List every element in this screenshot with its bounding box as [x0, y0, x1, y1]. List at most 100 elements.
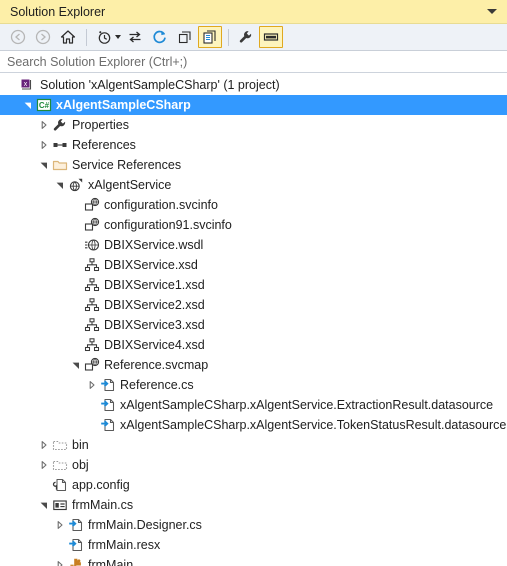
tree-row[interactable]: x Solution 'xAlgentSampleCSharp' (1 proj… [0, 75, 507, 95]
tree-row[interactable]: xAlgentSampleCSharp.xAlgentService.Extra… [0, 395, 507, 415]
search-bar[interactable] [0, 51, 507, 73]
xsd-icon [83, 277, 101, 293]
tree-row[interactable]: Reference.svcmap [0, 355, 507, 375]
xsd-icon [84, 258, 100, 272]
preview-selected-items-button[interactable] [259, 26, 283, 48]
chevron-right-icon [57, 521, 63, 529]
collapse-triangle-icon[interactable] [20, 95, 35, 115]
expand-triangle-icon[interactable] [84, 375, 99, 395]
back-arrow-icon [10, 29, 26, 45]
home-button[interactable] [56, 26, 80, 48]
tree-row[interactable]: frmMain.resx [0, 535, 507, 555]
tree-row[interactable]: Reference.cs [0, 375, 507, 395]
show-all-files-button[interactable] [198, 26, 222, 48]
tree-item-label: app.config [72, 478, 130, 492]
expand-triangle-icon[interactable] [36, 435, 51, 455]
tree-row[interactable]: C# xAlgentSampleCSharp [0, 95, 507, 115]
tree-indent-spacer [0, 215, 68, 235]
refresh-button[interactable] [148, 26, 172, 48]
tree-row[interactable]: DBIXService.wsdl [0, 235, 507, 255]
collapse-triangle-icon[interactable] [52, 175, 67, 195]
tree-indent-spacer [0, 315, 68, 335]
tree-expander-empty [68, 295, 83, 315]
page-title: Solution Explorer [10, 4, 106, 19]
wsdl-icon [85, 239, 100, 251]
solution-tree[interactable]: x Solution 'xAlgentSampleCSharp' (1 proj… [0, 73, 507, 566]
folder-icon [52, 160, 68, 171]
tree-row[interactable]: DBIXService3.xsd [0, 315, 507, 335]
cs-file-icon [67, 517, 85, 533]
tree-row[interactable]: configuration.svcinfo [0, 195, 507, 215]
form-file-icon [53, 500, 67, 511]
collapse-triangle-icon[interactable] [68, 355, 83, 375]
tree-row[interactable]: frmMain [0, 555, 507, 566]
svcinfo-icon [83, 357, 101, 373]
home-icon [60, 30, 76, 44]
component-icon [70, 558, 81, 566]
tree-row[interactable]: DBIXService2.xsd [0, 295, 507, 315]
tree-indent-spacer [0, 235, 68, 255]
tree-row[interactable]: app.config [0, 475, 507, 495]
component-icon [67, 557, 85, 566]
chevron-right-icon [41, 461, 47, 469]
chevron-down-filled-icon [40, 502, 47, 509]
tree-row[interactable]: DBIXService4.xsd [0, 335, 507, 355]
tree-row[interactable]: configuration91.svcinfo [0, 215, 507, 235]
cs-file-icon [101, 418, 115, 432]
chevron-down-filled-icon [56, 182, 63, 189]
config-file-icon [51, 477, 69, 493]
chevron-down-icon[interactable] [487, 9, 497, 14]
chevron-down-filled-icon [24, 102, 31, 109]
expand-triangle-icon[interactable] [36, 115, 51, 135]
tree-row[interactable]: obj [0, 455, 507, 475]
chevron-right-icon [41, 141, 47, 149]
tree-item-label: frmMain.Designer.cs [88, 518, 202, 532]
clock-icon [98, 31, 111, 44]
svcinfo-icon [84, 357, 100, 371]
expand-triangle-icon[interactable] [52, 515, 67, 535]
tree-row[interactable]: xAlgentService [0, 175, 507, 195]
search-input[interactable] [7, 54, 507, 69]
tree-row[interactable]: frmMain.cs [0, 495, 507, 515]
tree-row[interactable]: References [0, 135, 507, 155]
tree-expander-empty [68, 215, 83, 235]
pending-changes-dropdown-icon[interactable] [115, 35, 121, 39]
collapse-triangle-icon[interactable] [36, 155, 51, 175]
config-file-icon [52, 478, 67, 492]
tree-item-label: DBIXService2.xsd [104, 298, 205, 312]
tree-row[interactable]: xAlgentSampleCSharp.xAlgentService.Token… [0, 415, 507, 435]
dashed-folder-icon [51, 457, 69, 473]
tree-row[interactable]: Properties [0, 115, 507, 135]
tree-item-label: DBIXService3.xsd [104, 318, 205, 332]
properties-button[interactable] [234, 26, 258, 48]
pending-changes-button[interactable] [92, 26, 116, 48]
tree-indent-spacer [0, 515, 52, 535]
forward-arrow-icon [35, 29, 51, 45]
tree-row[interactable]: bin [0, 435, 507, 455]
solution-explorer-toolbar [0, 24, 507, 51]
folder-icon [51, 157, 69, 173]
expand-triangle-icon[interactable] [52, 555, 67, 566]
tree-row[interactable]: DBIXService1.xsd [0, 275, 507, 295]
xsd-icon [83, 257, 101, 273]
tree-row[interactable]: Service References [0, 155, 507, 175]
forward-button[interactable] [31, 26, 55, 48]
expand-triangle-icon[interactable] [36, 455, 51, 475]
collapse-triangle-icon[interactable] [36, 495, 51, 515]
tree-indent-spacer [0, 395, 84, 415]
chevron-down-filled-icon [40, 162, 47, 169]
tree-row[interactable]: frmMain.Designer.cs [0, 515, 507, 535]
sync-button[interactable] [123, 26, 147, 48]
chevron-right-icon [41, 441, 47, 449]
svcinfo-icon [83, 217, 101, 233]
tree-item-label: Service References [72, 158, 182, 172]
tree-row[interactable]: DBIXService.xsd [0, 255, 507, 275]
references-icon [51, 137, 69, 153]
collapse-all-button[interactable] [173, 26, 197, 48]
back-button[interactable] [6, 26, 30, 48]
tree-expander-empty [52, 535, 67, 555]
svg-text:x: x [24, 81, 28, 88]
expand-triangle-icon[interactable] [36, 135, 51, 155]
wsdl-icon [83, 237, 101, 253]
cs-file-icon [99, 397, 117, 413]
